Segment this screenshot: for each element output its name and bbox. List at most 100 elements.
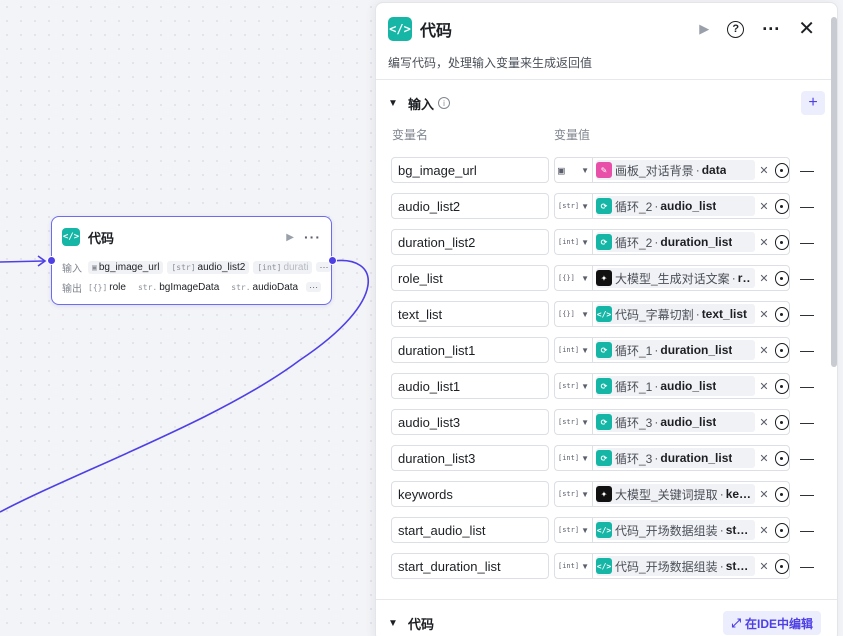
- variable-reference[interactable]: ⟳ 循环_1 · duration_list ✕: [592, 337, 790, 363]
- edit-in-ide-button[interactable]: ⤢ 在IDE中编辑: [723, 611, 821, 635]
- variable-reference[interactable]: ✎ 画板_对话背景 · data ✕: [592, 157, 790, 183]
- target-icon[interactable]: [774, 522, 789, 538]
- target-icon[interactable]: [774, 198, 789, 214]
- clear-icon[interactable]: ✕: [759, 272, 768, 285]
- reference-chip[interactable]: ⟳ 循环_1 · duration_list: [596, 340, 756, 360]
- variable-name-input[interactable]: audio_list1: [391, 373, 549, 399]
- variable-name-input[interactable]: duration_list1: [391, 337, 549, 363]
- input-section-header[interactable]: ▼ 输入 i +: [376, 80, 837, 126]
- target-icon[interactable]: [774, 162, 789, 178]
- output-port[interactable]: [328, 256, 337, 265]
- remove-variable-button[interactable]: —: [800, 162, 814, 178]
- clear-icon[interactable]: ✕: [759, 308, 768, 321]
- remove-variable-button[interactable]: —: [800, 558, 814, 574]
- target-icon[interactable]: [774, 306, 789, 322]
- reference-chip[interactable]: </> 代码_字幕切割 · text_list: [596, 304, 756, 324]
- incoming-edge[interactable]: [0, 260, 45, 263]
- variable-reference[interactable]: ⟳ 循环_2 · duration_list ✕: [592, 229, 790, 255]
- type-select[interactable]: [str] ▼: [554, 481, 592, 507]
- variable-name-input[interactable]: duration_list2: [391, 229, 549, 255]
- target-icon[interactable]: [774, 378, 789, 394]
- help-icon[interactable]: ?: [727, 20, 745, 38]
- reference-chip[interactable]: ⟳ 循环_2 · audio_list: [596, 196, 756, 216]
- variable-name-input[interactable]: audio_list2: [391, 193, 549, 219]
- variable-reference[interactable]: ⟳ 循环_3 · audio_list ✕: [592, 409, 790, 435]
- type-select[interactable]: [int] ▼: [554, 337, 592, 363]
- target-icon[interactable]: [774, 450, 789, 466]
- target-icon[interactable]: [774, 486, 789, 502]
- chevron-down-icon[interactable]: ▼: [388, 98, 404, 109]
- type-select[interactable]: [str] ▼: [554, 373, 592, 399]
- add-variable-button[interactable]: +: [801, 91, 825, 115]
- variable-reference[interactable]: </> 代码_字幕切割 · text_list ✕: [592, 301, 790, 327]
- variable-name-input[interactable]: start_duration_list: [391, 553, 549, 579]
- target-icon[interactable]: [774, 414, 789, 430]
- reference-chip[interactable]: ⟳ 循环_3 · duration_list: [596, 448, 756, 468]
- type-select[interactable]: [str] ▼: [554, 193, 592, 219]
- reference-chip[interactable]: </>代码_开场数据组装·sta…: [596, 520, 756, 540]
- remove-variable-button[interactable]: —: [800, 450, 814, 466]
- variable-reference[interactable]: </>代码_开场数据组装·sta…✕: [592, 553, 790, 579]
- reference-chip[interactable]: ✎ 画板_对话背景 · data: [596, 160, 756, 180]
- play-icon[interactable]: ▶: [699, 21, 709, 37]
- target-icon[interactable]: [774, 234, 789, 250]
- type-select[interactable]: [int] ▼: [554, 229, 592, 255]
- more-icon[interactable]: ···: [762, 20, 780, 38]
- variable-reference[interactable]: ✦大模型_生成对话文案·r…✕: [592, 265, 790, 291]
- variable-name-input[interactable]: bg_image_url: [391, 157, 549, 183]
- close-icon[interactable]: ✕: [798, 19, 815, 39]
- remove-variable-button[interactable]: —: [800, 522, 814, 538]
- panel-scrollbar[interactable]: [831, 17, 837, 367]
- clear-icon[interactable]: ✕: [759, 416, 768, 429]
- clear-icon[interactable]: ✕: [759, 200, 768, 213]
- reference-chip[interactable]: ✦ 大模型_关键词提取 · ke…: [596, 484, 756, 504]
- clear-icon[interactable]: ✕: [759, 236, 768, 249]
- variable-name-input[interactable]: audio_list3: [391, 409, 549, 435]
- reference-chip[interactable]: </>代码_开场数据组装·sta…: [596, 556, 756, 576]
- clear-icon[interactable]: ✕: [759, 452, 768, 465]
- remove-variable-button[interactable]: —: [800, 378, 814, 394]
- type-select[interactable]: [{}] ▼: [554, 301, 592, 327]
- remove-variable-button[interactable]: —: [800, 342, 814, 358]
- variable-reference[interactable]: ⟳ 循环_3 · duration_list ✕: [592, 445, 790, 471]
- input-port[interactable]: [47, 256, 56, 265]
- remove-variable-button[interactable]: —: [800, 306, 814, 322]
- variable-reference[interactable]: ⟳ 循环_2 · audio_list ✕: [592, 193, 790, 219]
- more-icon[interactable]: ···: [304, 230, 321, 244]
- info-icon[interactable]: i: [438, 97, 451, 109]
- clear-icon[interactable]: ✕: [759, 344, 768, 357]
- remove-variable-button[interactable]: —: [800, 234, 814, 250]
- remove-variable-button[interactable]: —: [800, 198, 814, 214]
- target-icon[interactable]: [774, 270, 789, 286]
- remove-variable-button[interactable]: —: [800, 486, 814, 502]
- variable-reference[interactable]: ✦ 大模型_关键词提取 · ke… ✕: [592, 481, 790, 507]
- play-icon[interactable]: ▶: [286, 232, 294, 243]
- target-icon[interactable]: [774, 558, 789, 574]
- type-select[interactable]: [int] ▼: [554, 445, 592, 471]
- reference-chip[interactable]: ⟳ 循环_2 · duration_list: [596, 232, 756, 252]
- more-outputs-badge[interactable]: ···: [306, 282, 322, 292]
- remove-variable-button[interactable]: —: [800, 414, 814, 430]
- variable-reference[interactable]: ⟳ 循环_1 · audio_list ✕: [592, 373, 790, 399]
- reference-chip[interactable]: ⟳ 循环_1 · audio_list: [596, 376, 756, 396]
- variable-name-input[interactable]: keywords: [391, 481, 549, 507]
- type-select[interactable]: [{}] ▼: [554, 265, 592, 291]
- variable-name-input[interactable]: start_audio_list: [391, 517, 549, 543]
- variable-name-input[interactable]: text_list: [391, 301, 549, 327]
- code-section-header[interactable]: ▼ 代码 ⤢ 在IDE中编辑: [376, 600, 837, 636]
- remove-variable-button[interactable]: —: [800, 270, 814, 286]
- type-select[interactable]: [str] ▼: [554, 409, 592, 435]
- clear-icon[interactable]: ✕: [759, 488, 768, 501]
- clear-icon[interactable]: ✕: [759, 560, 768, 573]
- type-select[interactable]: [int] ▼: [554, 553, 592, 579]
- type-select[interactable]: [str] ▼: [554, 517, 592, 543]
- variable-reference[interactable]: </>代码_开场数据组装·sta…✕: [592, 517, 790, 543]
- clear-icon[interactable]: ✕: [759, 380, 768, 393]
- clear-icon[interactable]: ✕: [759, 164, 768, 177]
- chevron-down-icon[interactable]: ▼: [388, 618, 404, 629]
- target-icon[interactable]: [774, 342, 789, 358]
- type-select[interactable]: ▣ ▼: [554, 157, 592, 183]
- variable-name-input[interactable]: duration_list3: [391, 445, 549, 471]
- variable-name-input[interactable]: role_list: [391, 265, 549, 291]
- reference-chip[interactable]: ⟳ 循环_3 · audio_list: [596, 412, 756, 432]
